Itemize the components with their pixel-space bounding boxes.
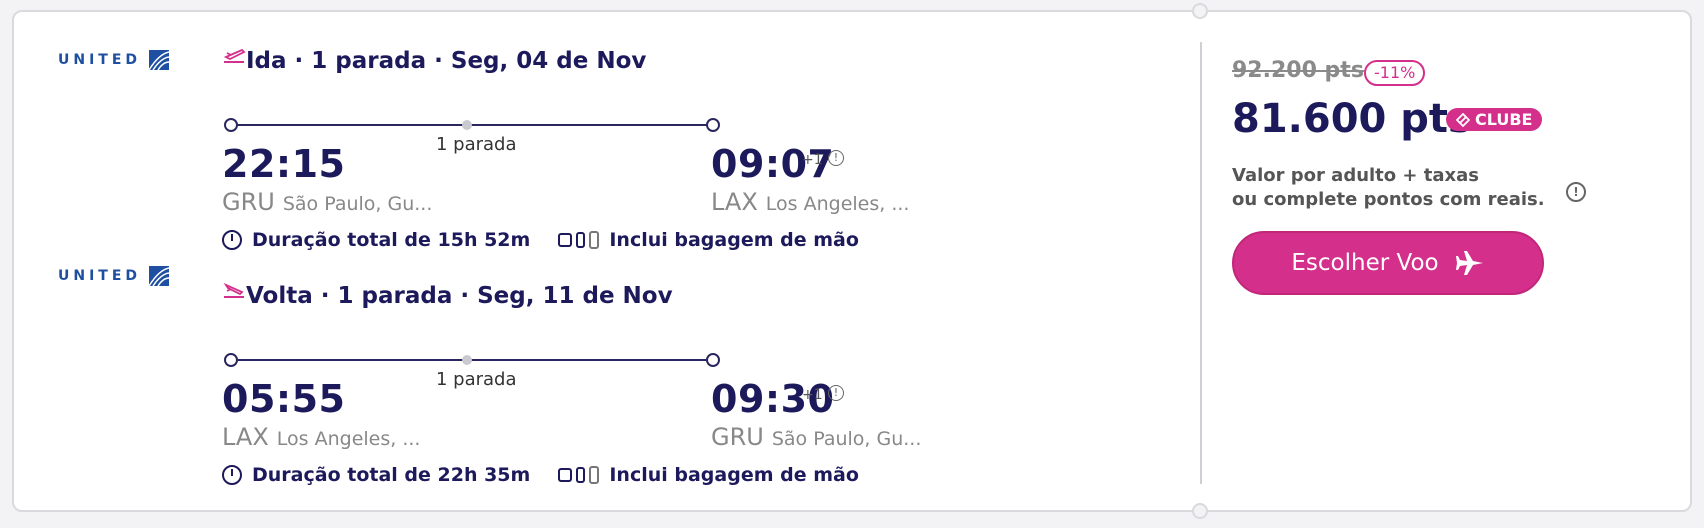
leg-title: Volta · 1 parada · Seg, 11 de Nov	[246, 283, 673, 309]
leg-outbound: UNITED Ida · 1 parada · Seg, 04 de Nov 1…	[14, 12, 1194, 251]
day-offset: +1	[802, 152, 823, 168]
bag-icon	[558, 468, 573, 482]
baggage-info: Inclui bagagem de mão	[558, 464, 859, 486]
route-timeline	[224, 118, 720, 132]
united-globe-icon	[149, 266, 170, 286]
bag-icon	[558, 233, 573, 247]
suitcase-icon	[589, 466, 600, 484]
current-price: 81.600 pts	[1232, 96, 1472, 142]
departure-icon	[223, 48, 246, 63]
plane-icon	[1455, 251, 1483, 275]
airline-logo: UNITED	[58, 50, 170, 70]
leg-details: Duração total de 22h 35m Inclui bagagem …	[222, 464, 859, 486]
depart-time: 05:55	[222, 377, 346, 421]
club-badge: CLUBE	[1446, 108, 1543, 131]
duration-text: Duração total de 22h 35m	[252, 464, 531, 486]
baggage-text: Inclui bagagem de mão	[609, 464, 859, 486]
card-divider	[1200, 42, 1202, 484]
airport-code: GRU	[222, 188, 275, 216]
arrival-info-icon[interactable]: !	[828, 385, 844, 401]
origin-dot	[224, 118, 238, 132]
price-note-line1: Valor por adulto + taxas	[1232, 165, 1479, 186]
destination-dot	[706, 353, 720, 367]
arrival-info-icon[interactable]: !	[828, 150, 844, 166]
arrive-airport: LAX Los Angeles, ...	[711, 188, 909, 216]
return-icon	[223, 282, 244, 298]
original-price: 92.200 pts	[1232, 58, 1364, 83]
airport-city: Los Angeles, ...	[276, 428, 421, 450]
day-offset: +1	[802, 387, 823, 403]
card-notch-bottom	[1192, 503, 1208, 519]
airport-city: São Paulo, Gu...	[771, 428, 922, 450]
airport-code: LAX	[711, 188, 758, 216]
price-note-line2: ou complete pontos com reais.	[1232, 189, 1545, 210]
airport-code: GRU	[711, 423, 764, 451]
airport-city: Los Angeles, ...	[765, 193, 910, 215]
backpack-icon	[576, 232, 586, 248]
choose-flight-button[interactable]: Escolher Voo	[1232, 231, 1544, 295]
stop-dot	[462, 120, 472, 130]
leg-title: Ida · 1 parada · Seg, 04 de Nov	[246, 48, 647, 74]
depart-airport: LAX Los Angeles, ...	[222, 423, 420, 451]
route-timeline	[224, 353, 720, 367]
united-globe-icon	[149, 50, 170, 70]
airline-name: UNITED	[58, 52, 142, 68]
card-notch-top	[1192, 3, 1208, 19]
airline-logo: UNITED	[58, 266, 170, 286]
arrive-airport: GRU São Paulo, Gu...	[711, 423, 921, 451]
clock-icon	[222, 465, 242, 485]
depart-time: 22:15	[222, 142, 346, 186]
backpack-icon	[576, 467, 586, 483]
discount-badge: -11%	[1364, 60, 1426, 86]
price-info-icon[interactable]: !	[1566, 182, 1586, 202]
airport-code: LAX	[222, 423, 269, 451]
choose-flight-label: Escolher Voo	[1291, 250, 1439, 276]
stops-label: 1 parada	[436, 369, 517, 390]
airport-city: São Paulo, Gu...	[282, 193, 433, 215]
stop-dot	[462, 355, 472, 365]
club-icon	[1456, 112, 1470, 127]
club-label: CLUBE	[1475, 110, 1533, 129]
depart-airport: GRU São Paulo, Gu...	[222, 188, 432, 216]
destination-dot	[706, 118, 720, 132]
leg-return: UNITED Volta · 1 parada · Seg, 11 de Nov…	[14, 247, 1194, 486]
stops-label: 1 parada	[436, 134, 517, 155]
price-note: Valor por adulto + taxas ou complete pon…	[1232, 164, 1545, 212]
flight-card: UNITED Ida · 1 parada · Seg, 04 de Nov 1…	[12, 3, 1692, 519]
origin-dot	[224, 353, 238, 367]
airline-name: UNITED	[58, 268, 142, 284]
